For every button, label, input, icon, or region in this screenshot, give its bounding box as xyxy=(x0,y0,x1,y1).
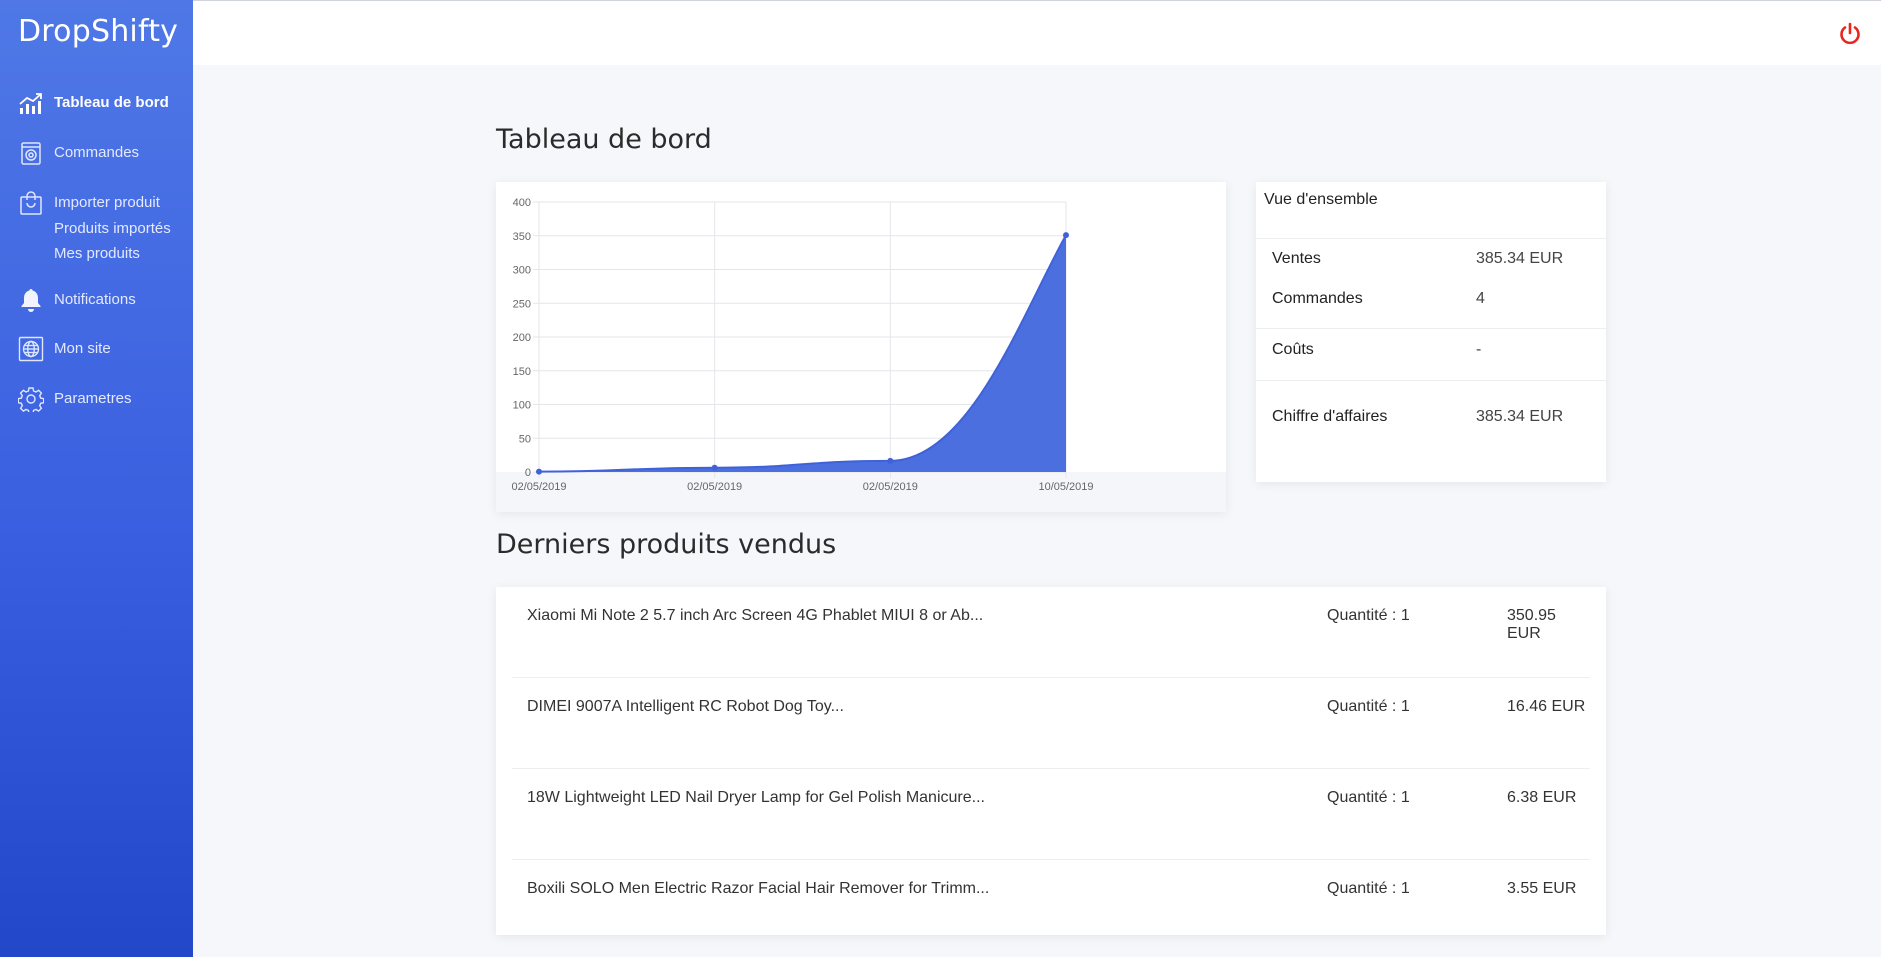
product-quantity: Quantité : 1 xyxy=(1327,698,1410,715)
overview-label: Ventes xyxy=(1272,250,1321,267)
product-quantity: Quantité : 1 xyxy=(1327,607,1410,624)
y-tick-label: 350 xyxy=(513,231,531,243)
y-tick-label: 50 xyxy=(519,433,531,445)
data-point[interactable] xyxy=(1063,232,1069,239)
overview-label: Commandes xyxy=(1272,290,1363,307)
divider xyxy=(1256,238,1606,239)
product-name[interactable]: 18W Lightweight LED Nail Dryer Lamp for … xyxy=(527,789,985,807)
list-item[interactable]: Boxili SOLO Men Electric Razor Facial Ha… xyxy=(512,860,1590,951)
y-tick-label: 200 xyxy=(513,332,531,344)
overview-label: Chiffre d'affaires xyxy=(1272,408,1388,425)
list-item[interactable]: 18W Lightweight LED Nail Dryer Lamp for … xyxy=(512,769,1590,860)
x-tick-label: 02/05/2019 xyxy=(863,481,918,493)
overview-card: Vue d'ensemble Ventes 385.34 EUR Command… xyxy=(1256,182,1606,482)
globe-icon xyxy=(18,336,44,362)
divider xyxy=(1256,328,1606,329)
chart-footer-band xyxy=(496,472,1226,512)
product-quantity: Quantité : 1 xyxy=(1327,789,1410,806)
sidebar-item-notifications[interactable]: Notifications xyxy=(0,287,136,313)
sidebar-subitem-mes-produits[interactable]: Mes produits xyxy=(54,241,171,266)
sidebar-item-label: Importer produit xyxy=(54,194,160,211)
overview-value: 385.34 EUR xyxy=(1476,408,1564,425)
sales-area xyxy=(539,235,1066,472)
divider xyxy=(1256,380,1606,381)
sidebar: DropShifty Tableau de bord Commandes Imp… xyxy=(0,0,193,957)
shopping-bag-icon xyxy=(18,190,44,216)
y-tick-label: 150 xyxy=(513,366,531,378)
data-point[interactable] xyxy=(536,468,542,475)
sidebar-item-tableau-de-bord[interactable]: Tableau de bord xyxy=(0,90,169,116)
gear-icon xyxy=(18,386,44,412)
orders-icon xyxy=(18,140,44,166)
product-price: 16.46 EUR xyxy=(1507,698,1586,715)
product-name[interactable]: DIMEI 9007A Intelligent RC Robot Dog Toy… xyxy=(527,698,844,716)
brand-logo[interactable]: DropShifty xyxy=(18,14,178,49)
recent-products-list: Xiaomi Mi Note 2 5.7 inch Arc Screen 4G … xyxy=(496,587,1606,935)
overview-label: Coûts xyxy=(1272,341,1314,358)
page-title: Tableau de bord xyxy=(496,124,712,155)
product-name[interactable]: Boxili SOLO Men Electric Razor Facial Ha… xyxy=(527,880,989,898)
sidebar-subitem-produits-importes[interactable]: Produits importés xyxy=(54,216,171,241)
data-point[interactable] xyxy=(711,464,718,471)
sidebar-item-label: Mon site xyxy=(54,340,111,357)
top-bar xyxy=(193,0,1881,65)
sidebar-item-label: Commandes xyxy=(54,144,140,161)
sales-chart-card: 0 50 100 150 200 250 300 350 400 02/05/2019 02/05/… xyxy=(496,182,1226,512)
y-tick-label: 100 xyxy=(513,400,531,412)
product-name[interactable]: Xiaomi Mi Note 2 5.7 inch Arc Screen 4G … xyxy=(527,607,983,625)
sales-chart: 0 50 100 150 200 250 300 350 400 02/05/2019 02/05/… xyxy=(496,197,1226,512)
x-tick-label: 02/05/2019 xyxy=(687,481,742,493)
list-item[interactable]: DIMEI 9007A Intelligent RC Robot Dog Toy… xyxy=(512,678,1590,769)
y-tick-label: 250 xyxy=(513,298,531,310)
data-point[interactable] xyxy=(887,457,894,464)
list-item[interactable]: Xiaomi Mi Note 2 5.7 inch Arc Screen 4G … xyxy=(512,587,1590,678)
y-tick-label: 400 xyxy=(513,197,531,209)
chart-growth-icon xyxy=(18,90,44,116)
sidebar-item-importer-produit[interactable]: Importer produit Produits importés Mes p… xyxy=(0,190,171,266)
sidebar-item-label: Tableau de bord xyxy=(54,94,169,111)
y-tick-label: 0 xyxy=(525,467,531,479)
product-price: 6.38 EUR xyxy=(1507,789,1577,806)
product-quantity: Quantité : 1 xyxy=(1327,880,1410,897)
x-tick-label: 10/05/2019 xyxy=(1038,481,1093,493)
sidebar-item-commandes[interactable]: Commandes xyxy=(0,140,139,166)
overview-title: Vue d'ensemble xyxy=(1264,191,1378,208)
sidebar-item-label: Notifications xyxy=(54,291,136,308)
y-tick-label: 300 xyxy=(513,265,531,277)
power-icon[interactable] xyxy=(1837,21,1863,47)
product-price: 350.95 EUR xyxy=(1507,607,1556,642)
product-price: 3.55 EUR xyxy=(1507,880,1577,897)
overview-value: 385.34 EUR xyxy=(1476,250,1564,267)
x-tick-label: 02/05/2019 xyxy=(511,481,566,493)
sidebar-item-parametres[interactable]: Parametres xyxy=(0,386,132,412)
sidebar-item-mon-site[interactable]: Mon site xyxy=(0,336,111,362)
bell-icon xyxy=(18,287,44,313)
sidebar-item-label: Parametres xyxy=(54,390,132,407)
overview-value: 4 xyxy=(1476,290,1485,307)
overview-value: - xyxy=(1476,341,1482,358)
section-title-derniers-produits: Derniers produits vendus xyxy=(496,529,837,560)
